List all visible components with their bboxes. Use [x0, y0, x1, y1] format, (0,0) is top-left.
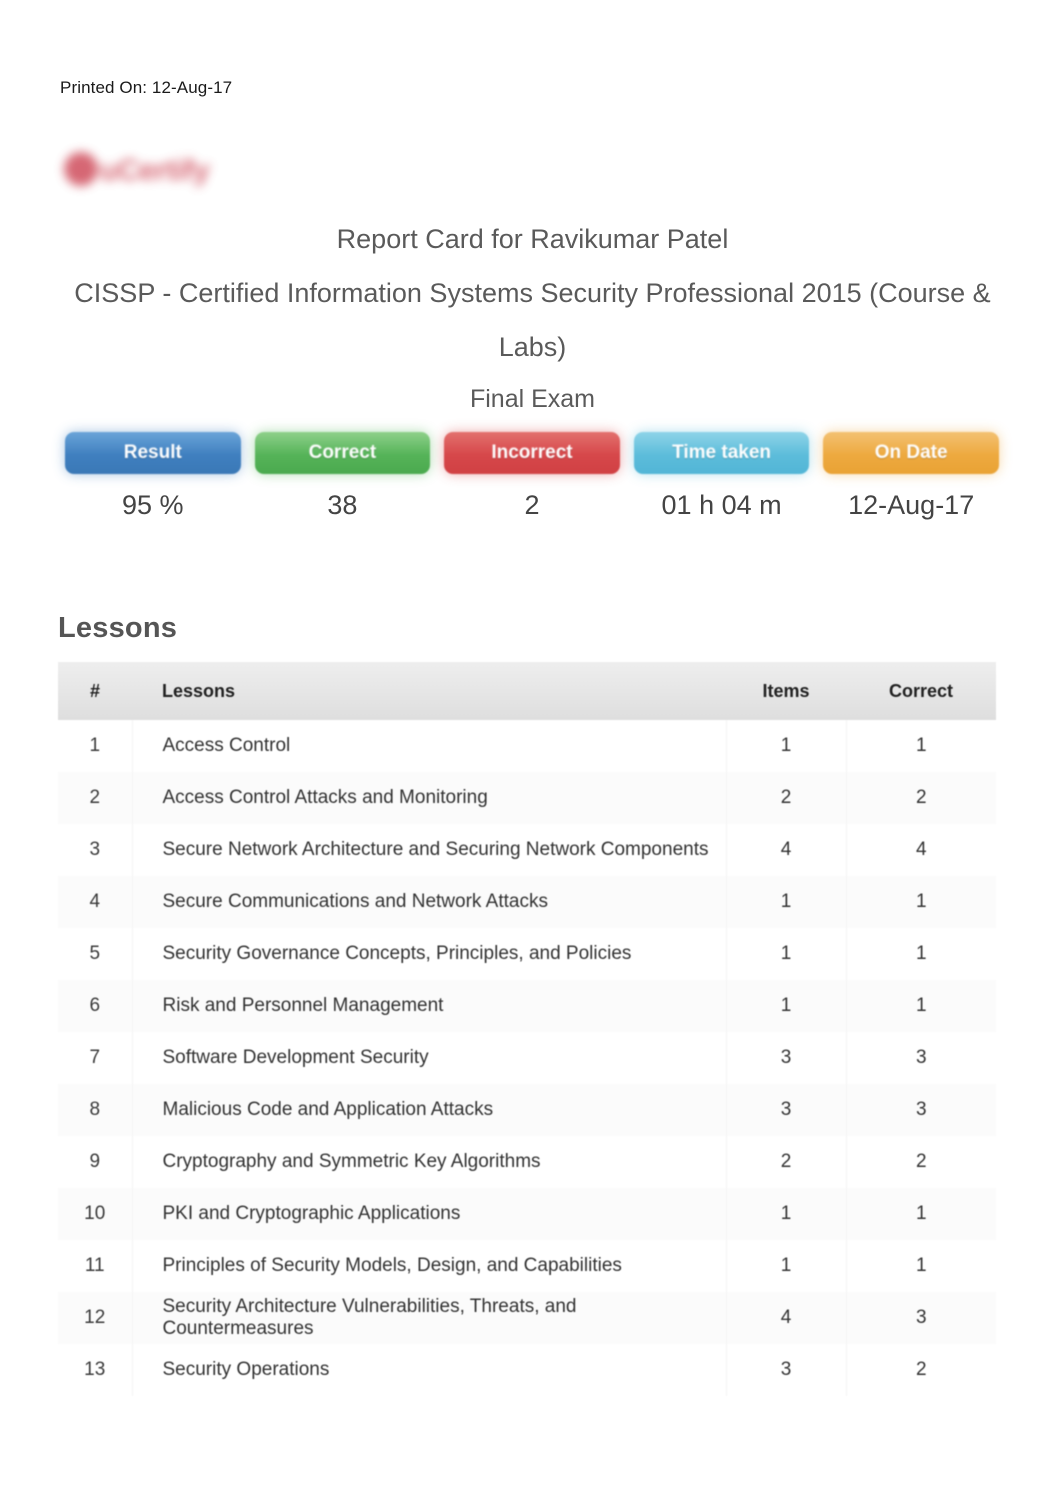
cell-number: 10: [58, 1188, 133, 1240]
table-row: 11 Principles of Security Models, Design,…: [58, 1240, 996, 1292]
cell-items: 3: [726, 1344, 847, 1396]
cell-lesson: PKI and Cryptographic Applications: [132, 1188, 727, 1240]
table-row: 6 Risk and Personnel Management 1 1: [58, 980, 996, 1032]
cell-items: 2: [726, 1136, 847, 1188]
cell-correct: 1: [846, 1240, 996, 1292]
cell-items: 4: [726, 1292, 847, 1344]
table-row: 3 Secure Network Architecture and Securin…: [58, 824, 996, 876]
table-row: 7 Software Development Security 3 3: [58, 1032, 996, 1084]
lessons-section-heading: Lessons: [58, 612, 178, 644]
column-header-lessons: Lessons: [132, 662, 726, 720]
lessons-table-wrapper: # Lessons Items Correct 1 Access Control 1…: [58, 662, 996, 1396]
cell-correct: 1: [846, 980, 996, 1032]
stat-time-taken: Time taken 01 h 04 m: [627, 432, 817, 521]
exam-title: Final Exam: [469, 385, 596, 413]
cell-lesson: Secure Communications and Network Attack…: [132, 876, 727, 928]
cell-items: 1: [726, 980, 847, 1032]
stat-correct: Correct 38: [248, 432, 438, 521]
cell-number: 13: [58, 1344, 133, 1396]
cell-lesson: Cryptography and Symmetric Key Algorithm…: [132, 1136, 727, 1188]
printed-on-label: Printed On: 12-Aug-17: [60, 78, 233, 97]
cell-correct: 1: [846, 876, 996, 928]
column-header-number: #: [58, 662, 132, 720]
cell-correct: 4: [846, 824, 996, 876]
cell-lesson: Security Operations: [132, 1344, 727, 1396]
cell-items: 2: [726, 772, 847, 824]
lessons-table: # Lessons Items Correct 1 Access Control 1…: [58, 662, 996, 1396]
cell-lesson: Security Governance Concepts, Principles…: [132, 928, 727, 980]
cell-lesson: Principles of Security Models, Design, a…: [132, 1240, 727, 1292]
stat-value-correct: 38: [327, 490, 358, 520]
cell-correct: 2: [846, 1136, 996, 1188]
stat-label-incorrect: Incorrect: [444, 432, 620, 474]
cell-lesson: Secure Network Architecture and Securing…: [132, 824, 727, 876]
stat-label-on-date: On Date: [823, 432, 999, 474]
ucertify-logo: uCertify: [58, 138, 268, 200]
column-header-correct: Correct: [846, 662, 996, 720]
cell-items: 4: [726, 824, 847, 876]
cell-correct: 3: [846, 1292, 996, 1344]
stat-incorrect: Incorrect 2: [437, 432, 627, 521]
column-header-items: Items: [726, 662, 846, 720]
cell-lesson: Access Control: [132, 720, 727, 772]
table-row: 2 Access Control Attacks and Monitoring 2 2: [58, 772, 996, 824]
cell-number: 11: [58, 1240, 133, 1292]
summary-stats: Result 95 % Correct 38 Incorrect 2 Time …: [58, 432, 1006, 521]
stat-label-result: Result: [65, 432, 241, 474]
logo-mark-icon: [64, 152, 98, 186]
cell-lesson: Software Development Security: [132, 1032, 727, 1084]
cell-number: 3: [58, 824, 133, 876]
cell-number: 2: [58, 772, 133, 824]
table-row: 12 Security Architecture Vulnerabilities,…: [58, 1292, 996, 1344]
cell-correct: 3: [846, 1032, 996, 1084]
stat-value-on-date: 12-Aug-17: [848, 490, 975, 520]
cell-items: 1: [726, 1240, 847, 1292]
cell-lesson: Access Control Attacks and Monitoring: [132, 772, 727, 824]
course-title: CISSP - Certified Information Systems Se…: [74, 278, 991, 362]
page-title: Report Card for Ravikumar Patel: [336, 224, 729, 254]
cell-number: 12: [58, 1292, 133, 1344]
stat-value-incorrect: 2: [524, 490, 540, 520]
cell-items: 3: [726, 1032, 847, 1084]
cell-correct: 1: [846, 720, 996, 772]
cell-items: 1: [726, 720, 847, 772]
stat-value-result: 95 %: [122, 490, 184, 520]
table-row: 9 Cryptography and Symmetric Key Algorith…: [58, 1136, 996, 1188]
cell-correct: 1: [846, 1188, 996, 1240]
cell-items: 3: [726, 1084, 847, 1136]
table-row: 1 Access Control 1 1: [58, 720, 996, 772]
stat-result: Result 95 %: [58, 432, 248, 521]
stat-value-time-taken: 01 h 04 m: [661, 490, 782, 520]
table-row: 13 Security Operations 3 2: [58, 1344, 996, 1396]
cell-items: 1: [726, 876, 847, 928]
cell-items: 1: [726, 1188, 847, 1240]
cell-number: 5: [58, 928, 133, 980]
cell-correct: 2: [846, 772, 996, 824]
cell-number: 1: [58, 720, 133, 772]
cell-lesson: Security Architecture Vulnerabilities, T…: [132, 1292, 727, 1344]
lessons-table-head: # Lessons Items Correct: [58, 662, 996, 720]
table-row: 5 Security Governance Concepts, Principle…: [58, 928, 996, 980]
stat-label-correct: Correct: [254, 432, 431, 474]
table-row: 8 Malicious Code and Application Attacks 3…: [58, 1084, 996, 1136]
stat-on-date: On Date 12-Aug-17: [816, 432, 1006, 521]
cell-number: 9: [58, 1136, 133, 1188]
cell-number: 4: [58, 876, 133, 928]
logo-text: uCertify: [100, 154, 210, 187]
report-header: Report Card for Ravikumar Patel CISSP - …: [60, 212, 1005, 424]
cell-number: 7: [58, 1032, 133, 1084]
cell-correct: 2: [846, 1344, 996, 1396]
cell-number: 6: [58, 980, 133, 1032]
stat-label-time-taken: Time taken: [633, 432, 810, 474]
cell-correct: 3: [846, 1084, 996, 1136]
cell-lesson: Risk and Personnel Management: [132, 980, 727, 1032]
cell-number: 8: [58, 1084, 133, 1136]
table-row: 10 PKI and Cryptographic Applications 1 1: [58, 1188, 996, 1240]
table-row: 4 Secure Communications and Network Attac…: [58, 876, 996, 928]
cell-items: 1: [726, 928, 847, 980]
cell-lesson: Malicious Code and Application Attacks: [132, 1084, 727, 1136]
table-header-row: # Lessons Items Correct: [58, 662, 996, 720]
cell-correct: 1: [846, 928, 996, 980]
lessons-table-body: 1 Access Control 1 1 2 Access Control Attacks…: [58, 720, 996, 1396]
